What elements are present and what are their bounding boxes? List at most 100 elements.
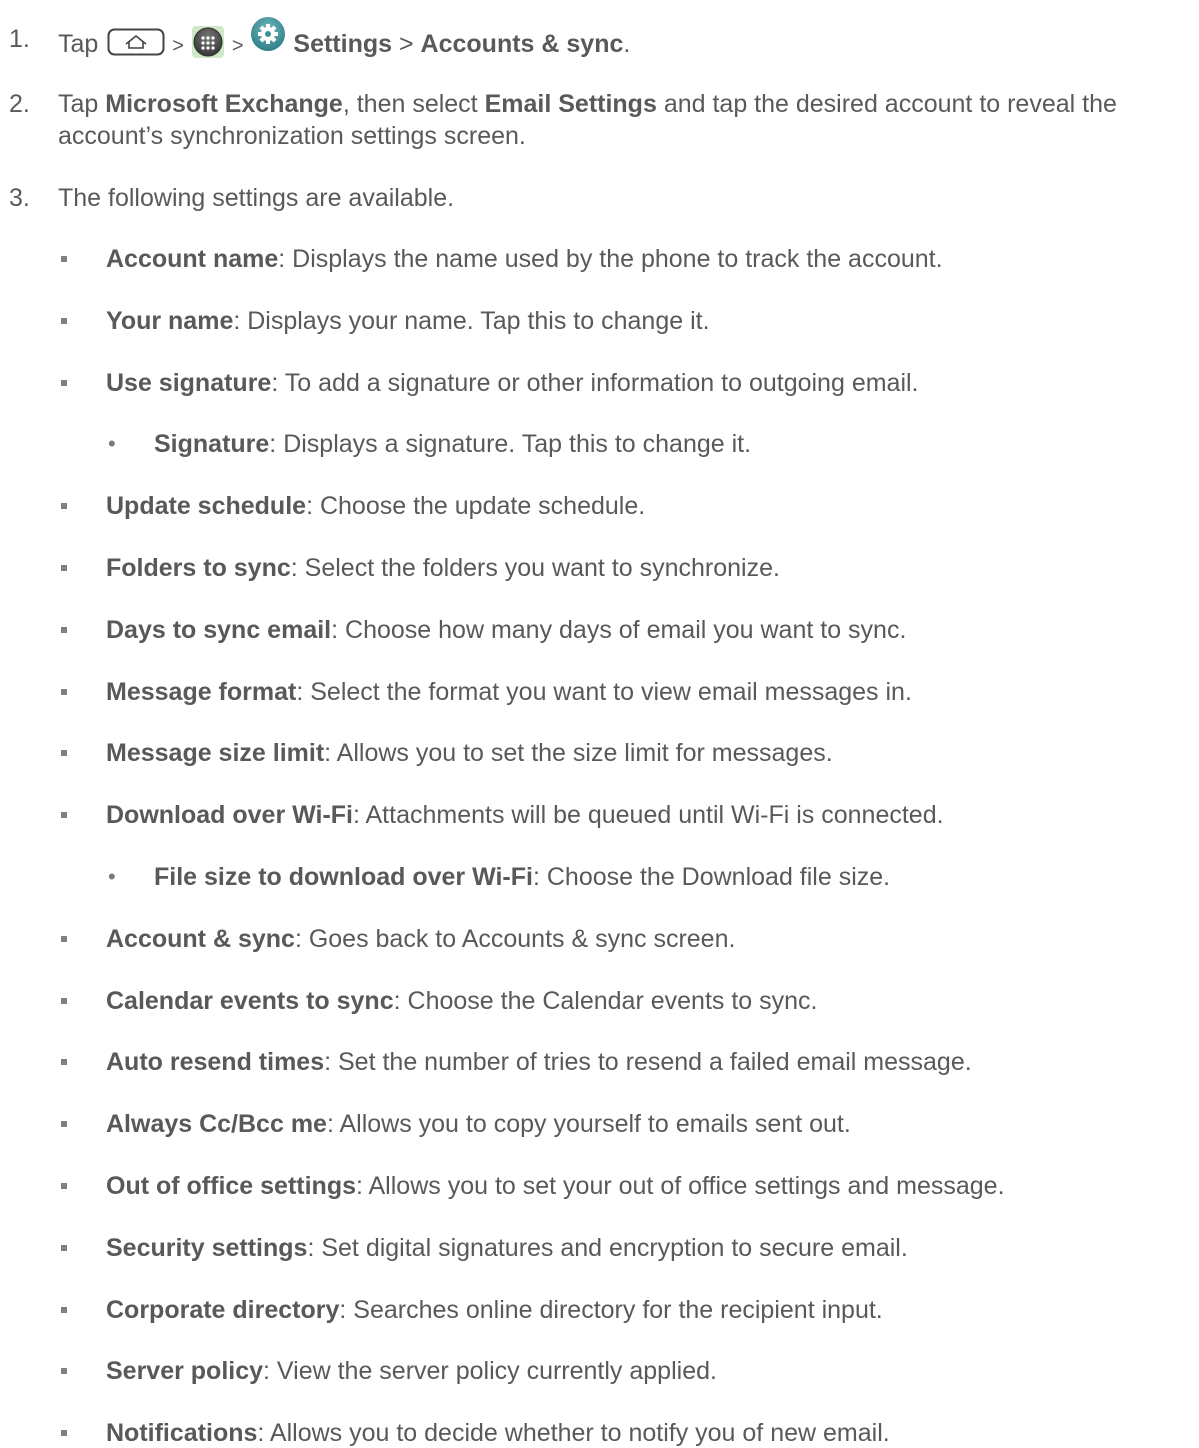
setting-description: : Choose the Download file size. xyxy=(532,863,891,891)
setting-label: File size to download over Wi-Fi xyxy=(154,863,533,891)
separator: > xyxy=(172,35,184,58)
square-bullet-icon xyxy=(61,380,67,386)
setting-description: : Choose how many days of email you want… xyxy=(331,616,907,644)
apps-icon xyxy=(191,25,225,66)
setting-description: : Displays a signature. Tap this to chan… xyxy=(269,430,752,458)
setting-description: : Allows you to set the size limit for m… xyxy=(324,739,833,767)
setting-text: Corporate directory: Searches online dir… xyxy=(106,1295,883,1325)
square-bullet-icon xyxy=(61,627,67,633)
setting-label: Message size limit xyxy=(106,739,325,767)
setting-description: : Attachments will be queued until Wi-Fi… xyxy=(353,801,944,829)
setting-label: Out of office settings xyxy=(106,1172,356,1200)
setting-text: Your name: Displays your name. Tap this … xyxy=(106,306,710,336)
setting-text: Out of office settings: Allows you to se… xyxy=(106,1171,1005,1201)
setting-label: Message format xyxy=(106,678,297,706)
square-bullet-icon xyxy=(61,1183,67,1189)
setting-text: Security settings: Set digital signature… xyxy=(106,1233,908,1263)
square-bullet-icon xyxy=(61,1245,67,1251)
step-number: 2. xyxy=(9,90,30,118)
setting-description: : Set digital signatures and encryption … xyxy=(307,1234,908,1262)
setting-label: Update schedule xyxy=(106,492,307,520)
setting-label: Account & sync xyxy=(106,925,295,953)
square-bullet-icon xyxy=(61,936,67,942)
square-bullet-icon xyxy=(61,998,67,1004)
setting-description: : View the server policy currently appli… xyxy=(263,1357,717,1385)
setting-label: Always Cc/Bcc me xyxy=(106,1110,327,1138)
setting-label: Days to sync email xyxy=(106,616,332,644)
setting-label: Signature xyxy=(154,430,270,458)
setting-label: Security settings xyxy=(106,1234,308,1262)
setting-description: : Select the folders you want to synchro… xyxy=(290,554,780,582)
step-number: 1. xyxy=(9,25,30,53)
setting-description: : Displays the name used by the phone to… xyxy=(278,245,943,273)
setting-label: Use signature xyxy=(106,369,272,397)
setting-label: Calendar events to sync xyxy=(106,987,394,1015)
round-bullet-icon: • xyxy=(108,864,116,889)
setting-description: : Displays your name. Tap this to change… xyxy=(233,307,710,335)
setting-text: Calendar events to sync: Choose the Cale… xyxy=(106,986,817,1016)
setting-text: Update schedule: Choose the update sched… xyxy=(106,491,645,521)
square-bullet-icon xyxy=(61,1368,67,1374)
step-2-line-2: account’s synchronization settings scree… xyxy=(58,122,526,150)
setting-text: Notifications: Allows you to decide whet… xyxy=(106,1418,890,1448)
setting-text: Auto resend times: Set the number of tri… xyxy=(106,1047,972,1077)
setting-text: Use signature: To add a signature or oth… xyxy=(106,368,919,398)
square-bullet-icon xyxy=(61,318,67,324)
square-bullet-icon xyxy=(61,1121,67,1127)
setting-label: Corporate directory xyxy=(106,1296,340,1324)
square-bullet-icon xyxy=(61,689,67,695)
setting-label: Notifications xyxy=(106,1419,258,1447)
tap-word: Tap xyxy=(58,30,99,59)
accounts-sync-label: Accounts & sync xyxy=(420,30,624,59)
setting-description: : Allows you to copy yourself to emails … xyxy=(326,1110,851,1138)
square-bullet-icon xyxy=(61,750,67,756)
square-bullet-icon xyxy=(61,565,67,571)
separator: > xyxy=(398,30,414,59)
square-bullet-icon xyxy=(61,503,67,509)
settings-label: Settings xyxy=(293,30,393,59)
square-bullet-icon xyxy=(61,812,67,818)
setting-text: Account & sync: Goes back to Accounts & … xyxy=(106,924,735,954)
setting-label: Download over Wi-Fi xyxy=(106,801,353,829)
setting-description: : Select the format you want to view ema… xyxy=(296,678,912,706)
setting-text: Download over Wi-Fi: Attachments will be… xyxy=(106,800,944,830)
step-number: 3. xyxy=(9,184,30,212)
setting-text: Days to sync email: Choose how many days… xyxy=(106,615,906,645)
setting-text: Signature: Displays a signature. Tap thi… xyxy=(154,429,751,459)
period: . xyxy=(623,30,631,59)
setting-label: Your name xyxy=(106,307,234,335)
setting-label: Folders to sync xyxy=(106,554,291,582)
settings-gear-icon xyxy=(250,16,286,59)
setting-description: : Choose the update schedule. xyxy=(306,492,646,520)
setting-label: Auto resend times xyxy=(106,1048,325,1076)
setting-description: : Set the number of tries to resend a fa… xyxy=(324,1048,972,1076)
step-3-text: The following settings are available. xyxy=(58,184,455,212)
setting-description: : Allows you to set your out of office s… xyxy=(356,1172,1005,1200)
setting-text: Message format: Select the format you wa… xyxy=(106,677,912,707)
step-1-text: Tap > > Settings > Accounts & sync. xyxy=(58,17,631,67)
setting-text: Account name: Displays the name used by … xyxy=(106,244,943,274)
setting-text: Always Cc/Bcc me: Allows you to copy you… xyxy=(106,1109,851,1139)
setting-description: : Goes back to Accounts & sync screen. xyxy=(294,925,736,953)
home-key-icon xyxy=(107,28,165,63)
step-2-text: Tap Microsoft Exchange, then select Emai… xyxy=(58,89,1117,119)
setting-text: Server policy: View the server policy cu… xyxy=(106,1356,717,1386)
setting-description: : Searches online directory for the reci… xyxy=(339,1296,883,1324)
setting-text: Message size limit: Allows you to set th… xyxy=(106,738,833,768)
step-2-post: and tap the desired account to reveal th… xyxy=(663,90,1117,118)
separator: > xyxy=(231,35,244,58)
setting-label: Server policy xyxy=(106,1357,264,1385)
square-bullet-icon xyxy=(61,1059,67,1065)
setting-label: Account name xyxy=(106,245,279,273)
setting-text: File size to download over Wi-Fi: Choose… xyxy=(154,862,890,892)
email-settings-label: Email Settings xyxy=(484,90,657,118)
square-bullet-icon xyxy=(61,256,67,262)
setting-description: : Choose the Calendar events to sync. xyxy=(393,987,818,1015)
square-bullet-icon xyxy=(61,1430,67,1436)
round-bullet-icon: • xyxy=(108,431,116,456)
step-2-mid: , then select xyxy=(342,90,478,118)
microsoft-exchange-label: Microsoft Exchange xyxy=(105,90,343,118)
setting-text: Folders to sync: Select the folders you … xyxy=(106,553,780,583)
step-2-pre: Tap xyxy=(58,90,99,118)
square-bullet-icon xyxy=(61,1307,67,1313)
